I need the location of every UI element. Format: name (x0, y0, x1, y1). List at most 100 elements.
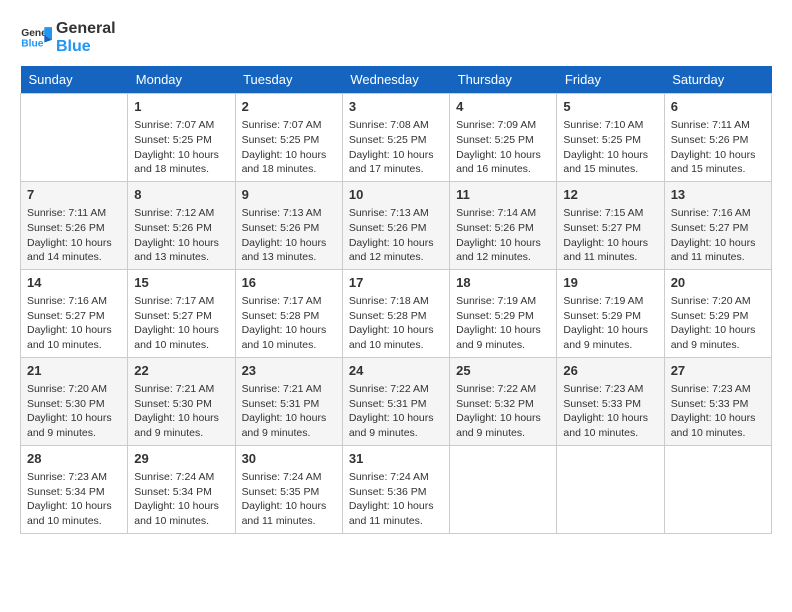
day-number: 12 (563, 186, 657, 204)
calendar-cell: 1 Sunrise: 7:07 AM Sunset: 5:25 PM Daylig… (128, 94, 235, 182)
day-number: 6 (671, 98, 765, 116)
day-number: 29 (134, 450, 228, 468)
day-info: Sunrise: 7:24 AM Sunset: 5:34 PM Dayligh… (134, 470, 228, 529)
day-info: Sunrise: 7:17 AM Sunset: 5:28 PM Dayligh… (242, 294, 336, 353)
day-number: 8 (134, 186, 228, 204)
calendar-week-row: 7 Sunrise: 7:11 AM Sunset: 5:26 PM Daylig… (21, 181, 772, 269)
calendar-cell: 23 Sunrise: 7:21 AM Sunset: 5:31 PM Dayli… (235, 357, 342, 445)
day-number: 2 (242, 98, 336, 116)
day-number: 20 (671, 274, 765, 292)
day-info: Sunrise: 7:24 AM Sunset: 5:35 PM Dayligh… (242, 470, 336, 529)
day-info: Sunrise: 7:12 AM Sunset: 5:26 PM Dayligh… (134, 206, 228, 265)
day-info: Sunrise: 7:20 AM Sunset: 5:29 PM Dayligh… (671, 294, 765, 353)
calendar-header-row: SundayMondayTuesdayWednesdayThursdayFrid… (21, 66, 772, 94)
day-number: 14 (27, 274, 121, 292)
day-number: 16 (242, 274, 336, 292)
weekday-header-thursday: Thursday (450, 66, 557, 94)
weekday-header-monday: Monday (128, 66, 235, 94)
calendar-week-row: 1 Sunrise: 7:07 AM Sunset: 5:25 PM Daylig… (21, 94, 772, 182)
calendar-cell: 25 Sunrise: 7:22 AM Sunset: 5:32 PM Dayli… (450, 357, 557, 445)
day-number: 25 (456, 362, 550, 380)
day-info: Sunrise: 7:19 AM Sunset: 5:29 PM Dayligh… (563, 294, 657, 353)
calendar-cell: 9 Sunrise: 7:13 AM Sunset: 5:26 PM Daylig… (235, 181, 342, 269)
day-number: 7 (27, 186, 121, 204)
day-number: 30 (242, 450, 336, 468)
day-info: Sunrise: 7:13 AM Sunset: 5:26 PM Dayligh… (349, 206, 443, 265)
calendar-cell: 31Sunrise: 7:24 AM Sunset: 5:36 PM Dayli… (342, 445, 449, 533)
calendar-week-row: 21 Sunrise: 7:20 AM Sunset: 5:30 PM Dayli… (21, 357, 772, 445)
calendar-cell: 10Sunrise: 7:13 AM Sunset: 5:26 PM Dayli… (342, 181, 449, 269)
day-info: Sunrise: 7:22 AM Sunset: 5:32 PM Dayligh… (456, 382, 550, 441)
calendar-cell: 3Sunrise: 7:08 AM Sunset: 5:25 PM Daylig… (342, 94, 449, 182)
calendar-cell: 27 Sunrise: 7:23 AM Sunset: 5:33 PM Dayli… (664, 357, 771, 445)
weekday-header-wednesday: Wednesday (342, 66, 449, 94)
calendar-cell: 19 Sunrise: 7:19 AM Sunset: 5:29 PM Dayli… (557, 269, 664, 357)
day-number: 17 (349, 274, 443, 292)
calendar-cell (450, 445, 557, 533)
calendar-cell: 26 Sunrise: 7:23 AM Sunset: 5:33 PM Dayli… (557, 357, 664, 445)
day-number: 11 (456, 186, 550, 204)
weekday-header-friday: Friday (557, 66, 664, 94)
day-info: Sunrise: 7:24 AM Sunset: 5:36 PM Dayligh… (349, 470, 443, 529)
day-info: Sunrise: 7:19 AM Sunset: 5:29 PM Dayligh… (456, 294, 550, 353)
calendar-table: SundayMondayTuesdayWednesdayThursdayFrid… (20, 66, 772, 534)
day-info: Sunrise: 7:16 AM Sunset: 5:27 PM Dayligh… (27, 294, 121, 353)
day-number: 19 (563, 274, 657, 292)
calendar-cell: 2Sunrise: 7:07 AM Sunset: 5:25 PM Daylig… (235, 94, 342, 182)
day-info: Sunrise: 7:10 AM Sunset: 5:25 PM Dayligh… (563, 118, 657, 177)
day-info: Sunrise: 7:11 AM Sunset: 5:26 PM Dayligh… (27, 206, 121, 265)
calendar-cell: 16 Sunrise: 7:17 AM Sunset: 5:28 PM Dayli… (235, 269, 342, 357)
day-info: Sunrise: 7:23 AM Sunset: 5:33 PM Dayligh… (563, 382, 657, 441)
calendar-cell: 6 Sunrise: 7:11 AM Sunset: 5:26 PM Daylig… (664, 94, 771, 182)
day-number: 13 (671, 186, 765, 204)
calendar-week-row: 14 Sunrise: 7:16 AM Sunset: 5:27 PM Dayli… (21, 269, 772, 357)
day-number: 18 (456, 274, 550, 292)
calendar-cell: 8 Sunrise: 7:12 AM Sunset: 5:26 PM Daylig… (128, 181, 235, 269)
day-info: Sunrise: 7:18 AM Sunset: 5:28 PM Dayligh… (349, 294, 443, 353)
day-number: 15 (134, 274, 228, 292)
day-info: Sunrise: 7:23 AM Sunset: 5:33 PM Dayligh… (671, 382, 765, 441)
calendar-cell (664, 445, 771, 533)
calendar-cell (557, 445, 664, 533)
day-number: 21 (27, 362, 121, 380)
calendar-cell: 18 Sunrise: 7:19 AM Sunset: 5:29 PM Dayli… (450, 269, 557, 357)
day-info: Sunrise: 7:08 AM Sunset: 5:25 PM Dayligh… (349, 118, 443, 177)
calendar-cell: 7 Sunrise: 7:11 AM Sunset: 5:26 PM Daylig… (21, 181, 128, 269)
logo-blue: Blue (56, 38, 116, 56)
calendar-cell (21, 94, 128, 182)
day-number: 5 (563, 98, 657, 116)
logo-icon: General Blue (20, 22, 52, 54)
calendar-cell: 30 Sunrise: 7:24 AM Sunset: 5:35 PM Dayli… (235, 445, 342, 533)
weekday-header-sunday: Sunday (21, 66, 128, 94)
calendar-cell: 17 Sunrise: 7:18 AM Sunset: 5:28 PM Dayli… (342, 269, 449, 357)
day-number: 24 (349, 362, 443, 380)
day-info: Sunrise: 7:07 AM Sunset: 5:25 PM Dayligh… (134, 118, 228, 177)
calendar-cell: 11Sunrise: 7:14 AM Sunset: 5:26 PM Dayli… (450, 181, 557, 269)
day-number: 1 (134, 98, 228, 116)
day-info: Sunrise: 7:22 AM Sunset: 5:31 PM Dayligh… (349, 382, 443, 441)
day-number: 27 (671, 362, 765, 380)
calendar-cell: 4Sunrise: 7:09 AM Sunset: 5:25 PM Daylig… (450, 94, 557, 182)
calendar-body: 1 Sunrise: 7:07 AM Sunset: 5:25 PM Daylig… (21, 94, 772, 534)
day-number: 26 (563, 362, 657, 380)
day-number: 9 (242, 186, 336, 204)
day-number: 23 (242, 362, 336, 380)
day-info: Sunrise: 7:15 AM Sunset: 5:27 PM Dayligh… (563, 206, 657, 265)
calendar-cell: 12 Sunrise: 7:15 AM Sunset: 5:27 PM Dayli… (557, 181, 664, 269)
calendar-cell: 22Sunrise: 7:21 AM Sunset: 5:30 PM Dayli… (128, 357, 235, 445)
logo-general: General (56, 20, 116, 38)
day-info: Sunrise: 7:21 AM Sunset: 5:31 PM Dayligh… (242, 382, 336, 441)
weekday-header-tuesday: Tuesday (235, 66, 342, 94)
calendar-cell: 20 Sunrise: 7:20 AM Sunset: 5:29 PM Dayli… (664, 269, 771, 357)
day-info: Sunrise: 7:20 AM Sunset: 5:30 PM Dayligh… (27, 382, 121, 441)
calendar-cell: 29 Sunrise: 7:24 AM Sunset: 5:34 PM Dayli… (128, 445, 235, 533)
day-info: Sunrise: 7:13 AM Sunset: 5:26 PM Dayligh… (242, 206, 336, 265)
day-number: 22 (134, 362, 228, 380)
calendar-cell: 5 Sunrise: 7:10 AM Sunset: 5:25 PM Daylig… (557, 94, 664, 182)
day-info: Sunrise: 7:11 AM Sunset: 5:26 PM Dayligh… (671, 118, 765, 177)
calendar-cell: 14 Sunrise: 7:16 AM Sunset: 5:27 PM Dayli… (21, 269, 128, 357)
calendar-cell: 15Sunrise: 7:17 AM Sunset: 5:27 PM Dayli… (128, 269, 235, 357)
calendar-cell: 28Sunrise: 7:23 AM Sunset: 5:34 PM Dayli… (21, 445, 128, 533)
day-number: 28 (27, 450, 121, 468)
logo: General Blue General Blue (20, 20, 116, 56)
